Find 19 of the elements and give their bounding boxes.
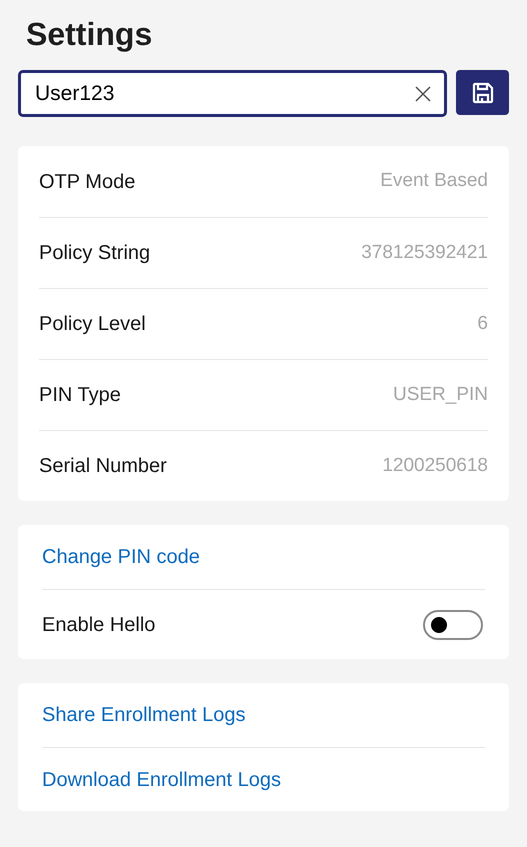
link[interactable]: Share Enrollment Logs [42, 700, 246, 730]
toggle-switch[interactable] [423, 610, 483, 640]
detail-label: Serial Number [39, 454, 167, 479]
clear-icon[interactable] [415, 86, 431, 102]
user-field[interactable]: User123 [18, 70, 447, 117]
link[interactable]: Change PIN code [42, 542, 200, 572]
page-title: Settings [26, 15, 154, 54]
detail-label: PIN Type [39, 383, 121, 408]
detail-label: OTP Mode [39, 170, 136, 194]
toggle-label: Enable Hello [42, 612, 156, 638]
detail-value: Event Based [380, 169, 488, 194]
detail-value: USER_PIN [392, 382, 488, 407]
detail-value: 378125392421 [361, 240, 488, 265]
detail-value: 1200250618 [382, 454, 488, 478]
detail-label: Policy String [39, 241, 150, 266]
detail-label: Policy Level [39, 312, 146, 337]
detail-value: 6 [477, 312, 488, 336]
save-button[interactable] [456, 70, 509, 115]
link[interactable]: Download Enrollment Logs [42, 764, 282, 794]
